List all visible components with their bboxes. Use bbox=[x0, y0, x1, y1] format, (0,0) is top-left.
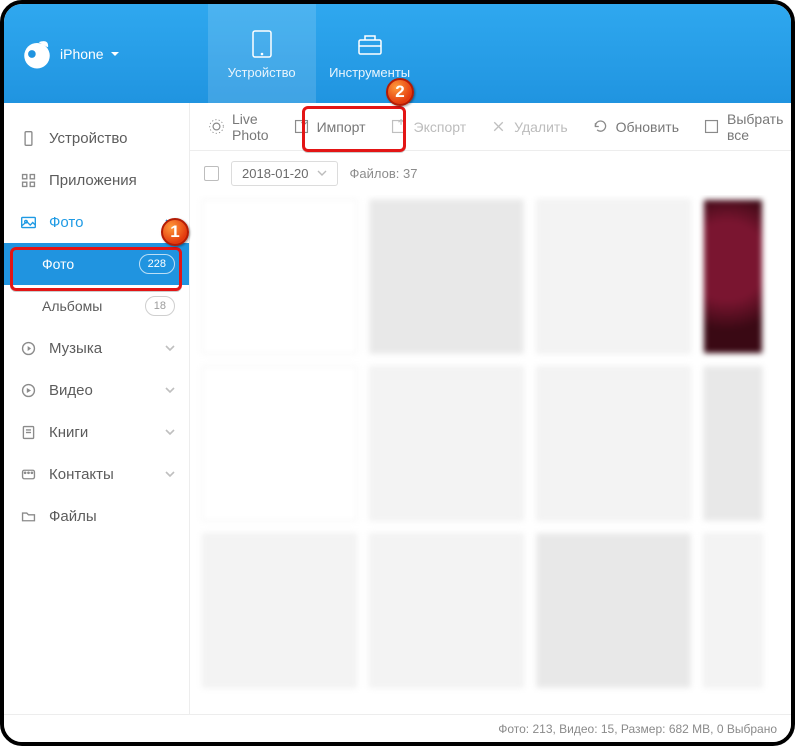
file-count-label: Файлов: 37 bbox=[350, 166, 418, 181]
photo-thumb[interactable] bbox=[536, 199, 691, 354]
device-label: iPhone bbox=[60, 46, 104, 62]
photo-thumb[interactable] bbox=[703, 366, 763, 521]
photo-thumb[interactable] bbox=[703, 533, 763, 688]
photo-thumb[interactable] bbox=[703, 199, 763, 354]
music-icon bbox=[20, 340, 37, 357]
status-text: Фото: 213, Видео: 15, Размер: 682 MB, 0 … bbox=[498, 722, 777, 736]
selectall-label: Выбрать все bbox=[727, 111, 783, 143]
sidebar-item-label: Фото bbox=[42, 256, 74, 272]
annotation-badge-1: 1 bbox=[161, 218, 189, 246]
photo-thumb[interactable] bbox=[202, 199, 357, 354]
selectall-button[interactable]: Выбрать все bbox=[691, 105, 795, 149]
sidebar-item-device[interactable]: Устройство bbox=[4, 117, 189, 159]
livephoto-icon bbox=[208, 118, 225, 135]
apps-icon bbox=[20, 172, 37, 189]
annotation-badge-2: 2 bbox=[386, 78, 414, 106]
sidebar-subitem-albums[interactable]: Альбомы 18 bbox=[4, 285, 189, 327]
count-badge: 18 bbox=[145, 296, 175, 316]
photo-thumb[interactable] bbox=[202, 366, 357, 521]
delete-button[interactable]: Удалить bbox=[478, 112, 579, 141]
filter-bar: 2018-01-20 Файлов: 37 bbox=[190, 151, 791, 195]
photo-thumb[interactable] bbox=[202, 533, 357, 688]
toolbox-icon bbox=[353, 27, 387, 61]
sidebar-item-video[interactable]: Видео bbox=[4, 369, 189, 411]
count-badge: 228 bbox=[139, 254, 175, 274]
checkbox-icon bbox=[703, 118, 720, 135]
export-button[interactable]: Экспорт bbox=[378, 112, 479, 141]
sidebar-item-label: Альбомы bbox=[42, 298, 102, 314]
chevron-down-icon bbox=[317, 168, 327, 178]
photo-thumb[interactable] bbox=[369, 366, 524, 521]
sidebar-item-label: Контакты bbox=[49, 466, 114, 483]
delete-icon bbox=[490, 118, 507, 135]
select-all-checkbox[interactable] bbox=[204, 166, 219, 181]
sidebar-subitem-photo[interactable]: Фото 228 bbox=[4, 243, 189, 285]
import-icon bbox=[293, 118, 310, 135]
import-label: Импорт bbox=[317, 119, 366, 135]
status-bar: Фото: 213, Видео: 15, Размер: 682 MB, 0 … bbox=[4, 714, 791, 742]
sidebar-item-label: Музыка bbox=[49, 340, 102, 357]
thumbnail-grid bbox=[190, 195, 791, 714]
photo-thumb[interactable] bbox=[536, 533, 691, 688]
chevron-down-icon bbox=[165, 427, 175, 437]
app-logo-icon bbox=[20, 37, 54, 71]
import-button[interactable]: Импорт bbox=[281, 112, 378, 141]
refresh-icon bbox=[592, 118, 609, 135]
photo-thumb[interactable] bbox=[369, 199, 524, 354]
sidebar-item-files[interactable]: Файлы bbox=[4, 495, 189, 537]
book-icon bbox=[20, 424, 37, 441]
chevron-down-icon bbox=[110, 49, 120, 59]
sidebar-item-label: Приложения bbox=[49, 172, 137, 189]
photo-icon bbox=[20, 214, 37, 231]
toolbar: Live Photo Импорт Экспорт Удалить Обнови… bbox=[190, 103, 791, 151]
chevron-down-icon bbox=[165, 343, 175, 353]
photo-thumb[interactable] bbox=[369, 533, 524, 688]
tablet-icon bbox=[245, 27, 279, 61]
sidebar-item-label: Видео bbox=[49, 382, 93, 399]
device-selector[interactable]: iPhone bbox=[4, 4, 142, 103]
date-filter[interactable]: 2018-01-20 bbox=[231, 161, 338, 186]
refresh-label: Обновить bbox=[616, 119, 679, 135]
chevron-down-icon bbox=[165, 469, 175, 479]
chevron-down-icon bbox=[165, 385, 175, 395]
livephoto-button[interactable]: Live Photo bbox=[196, 105, 281, 149]
sidebar-item-apps[interactable]: Приложения bbox=[4, 159, 189, 201]
date-value: 2018-01-20 bbox=[242, 166, 309, 181]
refresh-button[interactable]: Обновить bbox=[580, 112, 691, 141]
sidebar: Устройство Приложения Фото Фото 228 Альб… bbox=[4, 103, 190, 714]
export-icon bbox=[390, 118, 407, 135]
photo-thumb[interactable] bbox=[536, 366, 691, 521]
tab-device[interactable]: Устройство bbox=[208, 4, 316, 103]
folder-icon bbox=[20, 508, 37, 525]
livephoto-label: Live Photo bbox=[232, 111, 269, 143]
sidebar-item-label: Фото bbox=[49, 214, 83, 231]
tab-device-label: Устройство bbox=[228, 65, 296, 80]
sidebar-item-label: Файлы bbox=[49, 508, 97, 525]
sidebar-item-label: Устройство bbox=[49, 130, 127, 147]
phone-icon bbox=[20, 130, 37, 147]
export-label: Экспорт bbox=[414, 119, 467, 135]
sidebar-item-books[interactable]: Книги bbox=[4, 411, 189, 453]
contacts-icon bbox=[20, 466, 37, 483]
video-icon bbox=[20, 382, 37, 399]
sidebar-item-contacts[interactable]: Контакты bbox=[4, 453, 189, 495]
sidebar-item-label: Книги bbox=[49, 424, 88, 441]
sidebar-item-music[interactable]: Музыка bbox=[4, 327, 189, 369]
delete-label: Удалить bbox=[514, 119, 567, 135]
